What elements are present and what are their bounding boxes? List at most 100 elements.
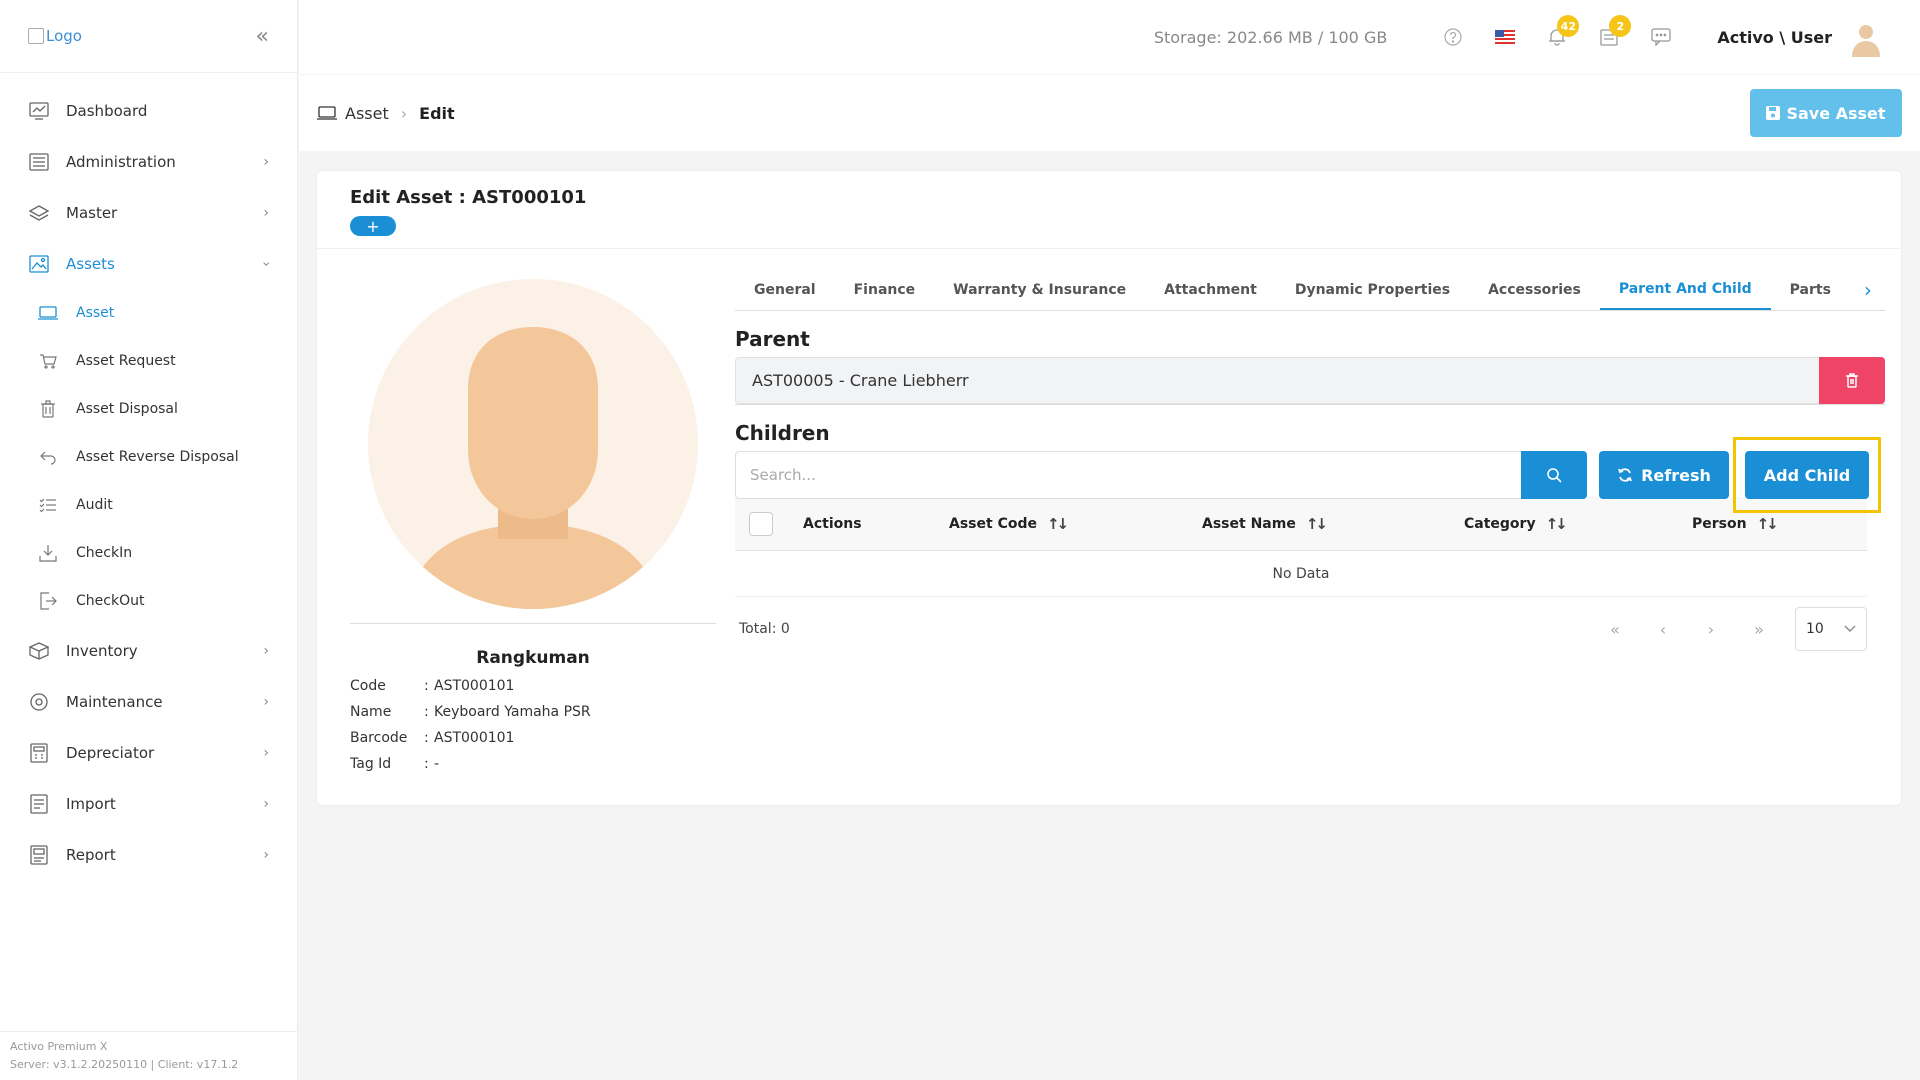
sort-icon[interactable]: ↑↓ <box>1546 515 1568 533</box>
sidebar-item-inventory[interactable]: Inventory › <box>0 625 297 676</box>
tabs-next-icon[interactable]: › <box>1864 270 1872 310</box>
chevron-right-icon: › <box>263 153 269 170</box>
us-flag-icon[interactable] <box>1487 19 1523 55</box>
notifications-icon[interactable]: 42 <box>1539 15 1580 55</box>
tab-warranty-insurance[interactable]: Warranty & Insurance <box>934 270 1145 310</box>
sidebar-item-depreciator[interactable]: Depreciator › <box>0 727 297 778</box>
first-page-icon[interactable]: « <box>1591 620 1639 639</box>
children-toolbar: Refresh Add Child <box>735 437 1885 513</box>
column-asset-code[interactable]: Asset Code ↑↓ <box>949 515 1202 533</box>
chat-icon[interactable] <box>1643 19 1679 55</box>
breadcrumb-root[interactable]: Asset <box>345 104 389 123</box>
column-category[interactable]: Category ↑↓ <box>1464 515 1692 533</box>
tasks-badge: 2 <box>1609 15 1632 37</box>
tab-parts[interactable]: Parts <box>1771 270 1850 310</box>
sidebar-subitem-asset-reverse-disposal[interactable]: Asset Reverse Disposal <box>0 433 297 481</box>
sidebar-subitem-asset-request[interactable]: Asset Request <box>0 337 297 385</box>
collapse-sidebar-icon[interactable]: « <box>256 24 269 49</box>
page-size-select[interactable]: 10 <box>1795 607 1867 651</box>
sidebar-item-maintenance[interactable]: Maintenance › <box>0 676 297 727</box>
chevron-right-icon: › <box>263 744 269 761</box>
add-button[interactable]: + <box>350 216 396 236</box>
asset-summary-panel: Rangkuman Code : AST000101 Name : Keyboa… <box>350 261 716 772</box>
search-icon <box>1546 467 1562 483</box>
help-icon[interactable] <box>1435 19 1471 55</box>
sort-icon[interactable]: ↑↓ <box>1306 515 1328 533</box>
sidebar-subitem-checkout[interactable]: CheckOut <box>0 577 297 625</box>
sidebar-subitem-label: Asset Disposal <box>76 401 178 417</box>
report-icon <box>28 844 50 866</box>
select-all-checkbox[interactable] <box>749 511 773 536</box>
asset-photo[interactable] <box>368 279 698 609</box>
save-icon <box>1766 106 1781 120</box>
sidebar-item-report[interactable]: Report › <box>0 829 297 880</box>
chevron-right-icon: › <box>263 204 269 221</box>
no-data-message: No Data <box>735 551 1867 597</box>
parent-field[interactable]: AST00005 - Crane Liebherr <box>735 357 1819 404</box>
sidebar-item-label: Dashboard <box>66 101 148 120</box>
sidebar-nav: Dashboard Administration › Master › Asse… <box>0 73 297 880</box>
save-asset-button[interactable]: Save Asset <box>1750 89 1902 137</box>
sidebar-subitem-label: Audit <box>76 497 113 513</box>
summary-key: Code <box>350 678 386 694</box>
summary-row-name: Name : Keyboard Yamaha PSR <box>350 704 716 720</box>
sidebar-item-master[interactable]: Master › <box>0 187 297 238</box>
chevron-right-icon: › <box>263 846 269 863</box>
tasks-icon[interactable]: 2 <box>1591 15 1632 55</box>
remove-parent-button[interactable] <box>1819 357 1885 404</box>
tab-parent-and-child[interactable]: Parent And Child <box>1599 270 1771 310</box>
prev-page-icon[interactable]: ‹ <box>1639 620 1687 639</box>
next-page-icon[interactable]: › <box>1687 620 1735 639</box>
tab-accessories[interactable]: Accessories <box>1469 270 1600 310</box>
refresh-label: Refresh <box>1641 465 1711 485</box>
children-search-input[interactable] <box>735 451 1521 499</box>
column-label: Person <box>1692 515 1747 532</box>
sidebar-subitem-checkin[interactable]: CheckIn <box>0 529 297 577</box>
sidebar-item-label: Maintenance <box>66 692 163 711</box>
column-label: Actions <box>803 515 862 532</box>
sidebar-item-import[interactable]: Import › <box>0 778 297 829</box>
user-avatar[interactable] <box>1846 17 1886 57</box>
chevron-right-icon: › <box>263 642 269 659</box>
gear-icon <box>28 691 50 713</box>
tab-finance[interactable]: Finance <box>835 270 935 310</box>
sort-icon[interactable]: ↑↓ <box>1047 515 1069 533</box>
sidebar-item-dashboard[interactable]: Dashboard <box>0 85 297 136</box>
sidebar-item-administration[interactable]: Administration › <box>0 136 297 187</box>
divider <box>350 623 716 624</box>
sidebar-item-label: Report <box>66 845 116 864</box>
summary-list: Code : AST000101 Name : Keyboard Yamaha … <box>350 678 716 772</box>
select-all-cell <box>735 511 803 536</box>
tab-general[interactable]: General <box>735 270 835 310</box>
sidebar-header: Logo « <box>0 0 297 73</box>
sidebar-item-assets[interactable]: Assets › <box>0 238 297 289</box>
tab-dynamic-properties[interactable]: Dynamic Properties <box>1276 270 1469 310</box>
sidebar-item-label: Inventory <box>66 641 138 660</box>
sidebar-item-label: Administration <box>66 152 176 171</box>
sidebar-subitem-asset[interactable]: Asset <box>0 289 297 337</box>
column-label: Asset Name <box>1202 515 1296 532</box>
box-icon <box>28 640 50 662</box>
column-asset-name[interactable]: Asset Name ↑↓ <box>1202 515 1464 533</box>
add-child-button[interactable]: Add Child <box>1745 451 1869 499</box>
tab-attachment[interactable]: Attachment <box>1145 270 1276 310</box>
last-page-icon[interactable]: » <box>1735 620 1783 639</box>
cart-icon <box>38 351 58 371</box>
summary-key: Tag Id <box>350 756 392 772</box>
image-icon <box>28 253 50 275</box>
sliders-icon <box>28 151 50 173</box>
column-person[interactable]: Person ↑↓ <box>1692 515 1779 533</box>
sidebar-subitem-asset-disposal[interactable]: Asset Disposal <box>0 385 297 433</box>
logo[interactable]: Logo <box>28 27 82 45</box>
storage-usage: Storage: 202.66 MB / 100 GB <box>1153 27 1388 47</box>
refresh-button[interactable]: Refresh <box>1599 451 1729 499</box>
breadcrumb-current: Edit <box>419 103 455 123</box>
sidebar-subitem-label: Asset Request <box>76 353 176 369</box>
chevron-right-icon: › <box>400 103 408 123</box>
sign-out-icon <box>38 591 58 611</box>
parent-row: AST00005 - Crane Liebherr <box>735 357 1885 405</box>
sort-icon[interactable]: ↑↓ <box>1757 515 1779 533</box>
user-name[interactable]: Activo \ User <box>1717 28 1832 47</box>
search-button[interactable] <box>1521 451 1587 499</box>
sidebar-subitem-audit[interactable]: Audit <box>0 481 297 529</box>
